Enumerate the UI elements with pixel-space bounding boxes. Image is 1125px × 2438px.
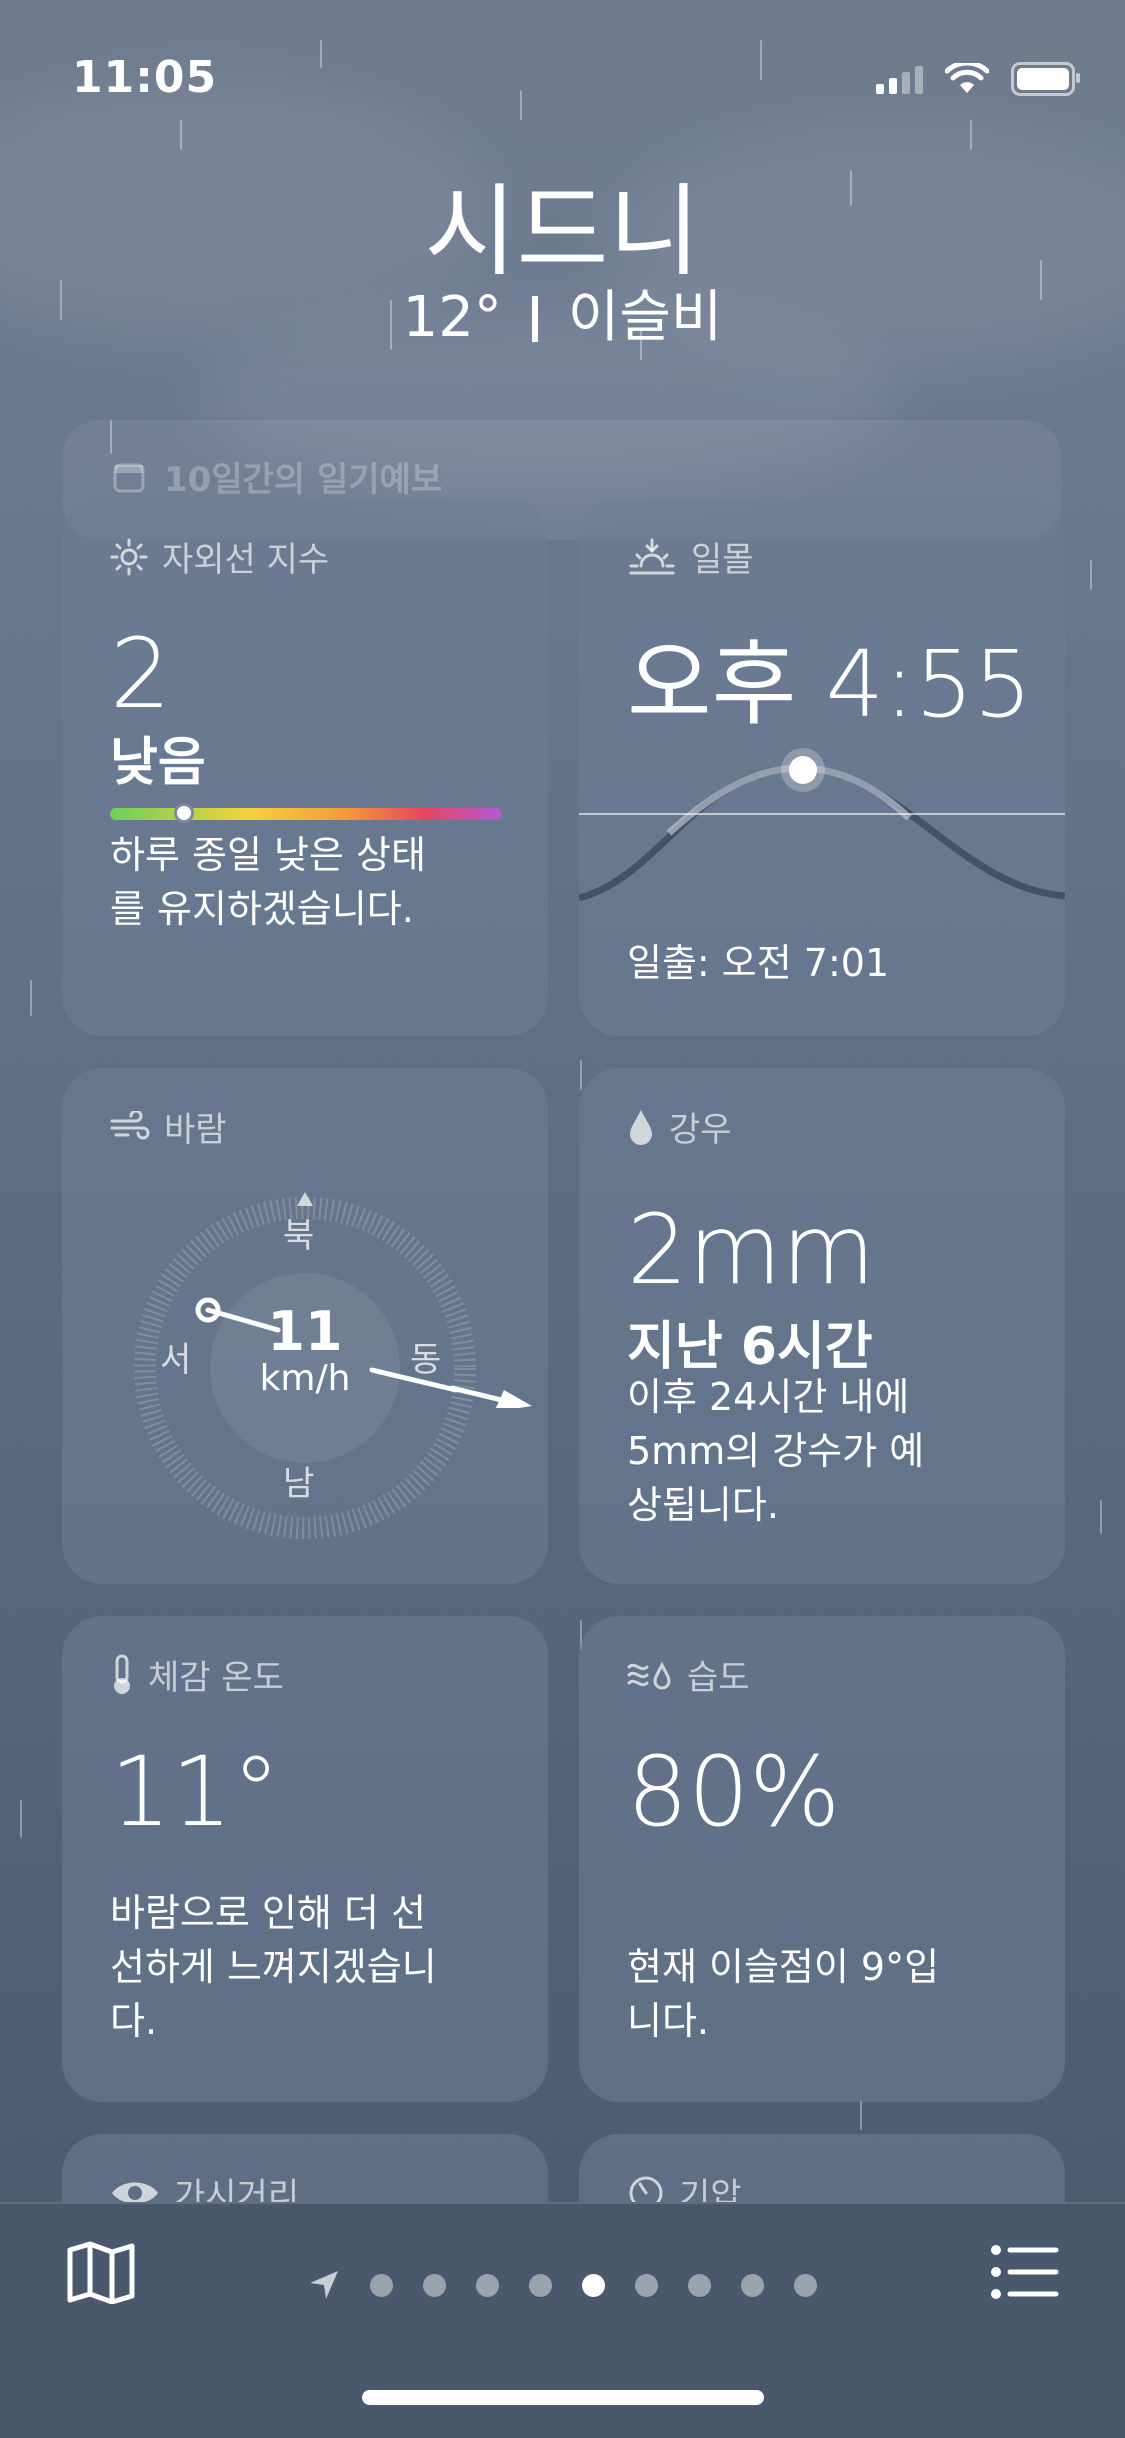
uv-scale-indicator: [174, 803, 194, 823]
compass-south-label: 남: [283, 1464, 315, 1504]
wind-icon: [110, 1110, 150, 1139]
raindrop-icon: [630, 1109, 652, 1145]
current-temperature: 12°: [402, 285, 502, 350]
uv-level: 낮음: [110, 733, 206, 793]
ten-day-forecast-label: 10일간의 일기예보: [164, 460, 443, 500]
location-arrow-icon: [310, 2271, 338, 2299]
wind-speed: 11: [267, 1300, 343, 1363]
compass-north-label: 북: [283, 1216, 315, 1256]
humidity-card[interactable]: 습도 80% 현재 이슬점이 9°입니다.: [579, 1616, 1065, 2102]
home-indicator[interactable]: [362, 2390, 764, 2405]
current-summary: 12° 이슬비: [0, 272, 1125, 353]
uv-description: 하루 종일 낮은 상태를 유지하겠습니다.: [110, 833, 426, 931]
page-indicator[interactable]: [0, 2269, 1125, 2301]
sunrise-time: 일출: 오전 7:01: [627, 941, 890, 985]
cellular-signal-icon: [876, 64, 923, 94]
sunset-icon: [629, 538, 675, 574]
feels-like-card[interactable]: 체감 온도 11° 바람으로 인해 더 선선하게 느껴지겠습니다.: [62, 1616, 548, 2102]
humidity-description: 현재 이슬점이 9°입니다.: [627, 1945, 940, 2043]
page-dot[interactable]: [529, 2273, 552, 2297]
battery-icon: [1011, 62, 1080, 96]
page-dot[interactable]: [476, 2273, 499, 2297]
wind-title: 바람: [164, 1110, 227, 1150]
page-dot[interactable]: [794, 2273, 817, 2297]
page-dot[interactable]: [370, 2273, 393, 2297]
humidity-title: 습도: [687, 1658, 750, 1698]
calendar-icon: [113, 463, 145, 492]
rainfall-description: 이후 24시간 내에 5mm의 강수가 예상됩니다.: [627, 1375, 925, 1527]
uv-title: 자외선 지수: [162, 540, 330, 580]
uv-scale-bar: [110, 808, 502, 820]
current-condition: 이슬비: [567, 285, 723, 350]
page-dot[interactable]: [688, 2273, 711, 2297]
sun-path-graph: [579, 748, 1065, 902]
uv-value: 2: [110, 618, 172, 730]
wifi-icon: [945, 63, 989, 93]
wind-card[interactable]: 바람 북 동 남 서 11 km/h: [62, 1068, 548, 1584]
rainfall-card[interactable]: 강우 2mm 지난 6시간 이후 24시간 내에 5mm의 강수가 예상됩니다.: [579, 1068, 1065, 1584]
rainfall-period: 지난 6시간: [627, 1317, 873, 1377]
page-dot[interactable]: [635, 2273, 658, 2297]
rainfall-amount: 2mm: [627, 1194, 876, 1306]
thermometer-icon: [114, 1654, 130, 1694]
sun-icon: [110, 538, 148, 575]
sunset-card[interactable]: 일몰 오후 4:55 일출: 오전 7:01: [579, 498, 1065, 1036]
sunset-time: 오후 4:55: [627, 631, 1033, 738]
wind-unit: km/h: [259, 1358, 351, 1399]
page-dot[interactable]: [741, 2273, 764, 2297]
humidity-icon: [627, 1661, 671, 1689]
page-dot-active[interactable]: [582, 2273, 605, 2297]
feels-like-value: 11°: [110, 1736, 281, 1848]
page-dot[interactable]: [423, 2273, 446, 2297]
feels-like-title: 체감 온도: [148, 1658, 284, 1698]
status-time: 11:05: [72, 52, 218, 103]
rainfall-title: 강우: [669, 1110, 732, 1150]
status-bar: 11:05: [0, 0, 1125, 150]
list-icon[interactable]: [990, 2244, 1060, 2300]
humidity-value: 80%: [627, 1736, 841, 1848]
uv-index-card[interactable]: 자외선 지수 2 낮음 하루 종일 낮은 상태를 유지하겠습니다.: [62, 498, 548, 1036]
feels-like-description: 바람으로 인해 더 선선하게 느껴지겠습니다.: [110, 1891, 437, 2043]
sunset-title: 일몰: [691, 540, 754, 580]
